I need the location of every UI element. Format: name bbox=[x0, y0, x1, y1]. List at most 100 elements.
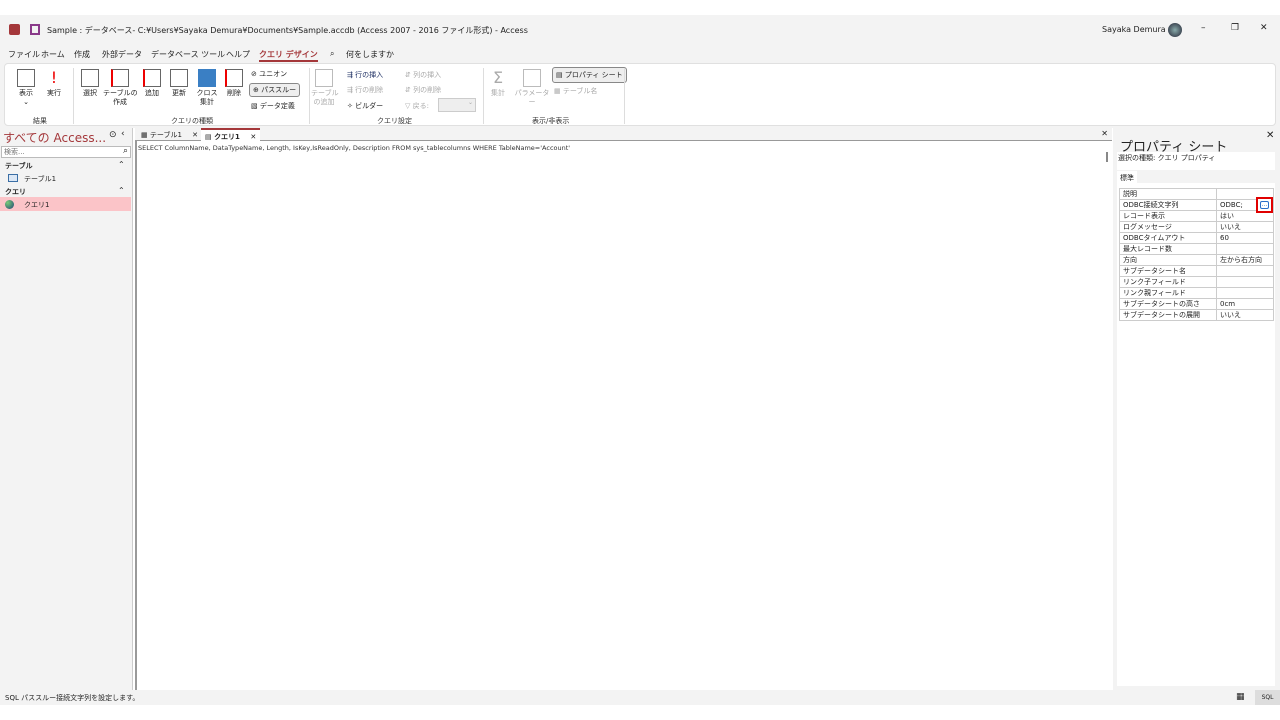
nav-search-input[interactable] bbox=[2, 148, 112, 156]
property-row: リンク親フィールド bbox=[1119, 287, 1274, 299]
add-table-icon bbox=[315, 69, 333, 87]
union-button[interactable]: ⊘ ユニオン bbox=[251, 69, 287, 79]
close-button[interactable]: ✕ bbox=[1260, 23, 1268, 33]
tab-external-data[interactable]: 外部データ bbox=[102, 49, 142, 60]
restore-button[interactable]: ❐ bbox=[1231, 23, 1239, 33]
window-title: Sample : データベース- C:¥Users¥Sayaka Demura¥… bbox=[47, 26, 528, 35]
make-table-icon bbox=[111, 69, 129, 87]
property-row: ログメッセージ いいえ bbox=[1119, 221, 1274, 233]
builder-button[interactable]: ... bbox=[1260, 201, 1269, 209]
tab-query1[interactable]: ▤ クエリ1 ✕ bbox=[201, 128, 261, 142]
property-name: レコード表示 bbox=[1119, 210, 1217, 222]
nav-item-table1[interactable]: テーブル1 bbox=[0, 172, 132, 184]
view-button[interactable]: 表示 ⌄ bbox=[15, 69, 37, 107]
property-value[interactable]: いいえ bbox=[1216, 309, 1274, 321]
tab-create[interactable]: 作成 bbox=[74, 49, 90, 60]
property-row: リンク子フィールド bbox=[1119, 276, 1274, 288]
nav-section-tables[interactable]: テーブル bbox=[5, 161, 33, 171]
tab-query-design[interactable]: クエリ デザイン bbox=[259, 49, 318, 62]
delete-rows-button[interactable]: ⇶ 行の削除 bbox=[347, 85, 383, 95]
property-value[interactable]: 0cm bbox=[1216, 298, 1274, 310]
append-icon bbox=[143, 69, 161, 87]
property-value[interactable] bbox=[1216, 243, 1274, 255]
pass-through-button[interactable]: ⊕ パススルー bbox=[249, 83, 301, 97]
builder-button[interactable]: ✧ ビルダー bbox=[347, 101, 383, 111]
tell-me-search[interactable]: 何をしますか bbox=[346, 49, 394, 60]
tab-table1[interactable]: ▦ テーブル1 ✕ bbox=[137, 128, 202, 141]
minimize-button[interactable]: – bbox=[1201, 23, 1206, 33]
insert-columns-button[interactable]: ⇵ 列の挿入 bbox=[405, 70, 441, 80]
property-row: サブデータシート名 bbox=[1119, 265, 1274, 277]
append-button[interactable]: 追加 bbox=[141, 69, 163, 98]
table-names-button[interactable]: ▦ テーブル名 bbox=[554, 86, 597, 96]
close-property-sheet-button[interactable]: ✕ bbox=[1266, 130, 1274, 141]
property-name: 最大レコード数 bbox=[1119, 243, 1217, 255]
property-sheet-button[interactable]: ▤ プロパティ シート bbox=[552, 67, 627, 83]
sql-view-button[interactable]: SQL bbox=[1255, 690, 1280, 705]
datasheet-icon bbox=[17, 69, 35, 87]
property-name: リンク子フィールド bbox=[1119, 276, 1217, 288]
totals-button[interactable]: Σ 集計 bbox=[487, 69, 509, 98]
property-value[interactable]: 左から右方向 bbox=[1216, 254, 1274, 266]
close-tab-icon[interactable]: ✕ bbox=[250, 133, 256, 141]
delete-icon bbox=[225, 69, 243, 87]
parameters-icon bbox=[523, 69, 541, 87]
delete-query-button[interactable]: 削除 bbox=[223, 69, 245, 98]
nav-item-query1[interactable]: クエリ1 bbox=[0, 197, 131, 211]
search-icon[interactable]: ⌕ bbox=[123, 146, 128, 156]
return-label: ▽ 戻る: bbox=[405, 102, 429, 110]
tab-file[interactable]: ファイル bbox=[8, 49, 40, 60]
sigma-icon: Σ bbox=[489, 69, 507, 87]
tab-home[interactable]: ホーム bbox=[41, 49, 65, 60]
avatar[interactable] bbox=[1168, 23, 1182, 37]
ribbon-tabs: ファイル ホーム 作成 外部データ データベース ツール ヘルプ クエリ デザイ… bbox=[0, 45, 1280, 63]
property-name: 方向 bbox=[1119, 254, 1217, 266]
parameters-button[interactable]: パラメーター bbox=[513, 69, 551, 107]
property-row: ODBCタイムアウト 60 bbox=[1119, 232, 1274, 244]
chevron-up-icon[interactable]: ⌃ bbox=[118, 186, 125, 195]
sql-editor[interactable]: SELECT ColumnName, DataTypeName, Length,… bbox=[138, 144, 570, 152]
tab-help[interactable]: ヘルプ bbox=[226, 49, 250, 60]
property-name: サブデータシートの高さ bbox=[1119, 298, 1217, 310]
nav-menu-icon[interactable]: ⊙ bbox=[109, 130, 117, 140]
run-button[interactable]: ! 実行 bbox=[43, 69, 65, 98]
table-icon: ▦ bbox=[141, 131, 148, 139]
property-row: 方向 左から右方向 bbox=[1119, 254, 1274, 266]
nav-search-box[interactable]: ⌕ bbox=[1, 146, 131, 158]
datasheet-view-icon[interactable]: ▦ bbox=[1236, 692, 1245, 702]
select-icon bbox=[81, 69, 99, 87]
group-label-query-setup: クエリ設定 bbox=[377, 117, 412, 125]
chevron-up-icon[interactable]: ⌃ bbox=[118, 160, 125, 169]
ribbon: 表示 ⌄ ! 実行 結果 選択 テーブルの 作成 追加 更新 クロス 集計 削除 ⊘… bbox=[4, 63, 1276, 126]
make-table-button[interactable]: テーブルの 作成 bbox=[103, 69, 138, 107]
property-value[interactable]: いいえ bbox=[1216, 221, 1274, 233]
property-grid: 説明 ODBC接続文字列 ODBC; レコード表示 はい ログメッセージ いいえ ODBCタイ… bbox=[1117, 183, 1275, 686]
collapse-nav-icon[interactable]: ‹ bbox=[121, 129, 125, 139]
scrollbar[interactable] bbox=[1106, 152, 1108, 162]
close-tab-icon[interactable]: ✕ bbox=[192, 131, 198, 139]
delete-columns-button[interactable]: ⇵ 列の削除 bbox=[405, 85, 441, 95]
tab-database-tools[interactable]: データベース ツール bbox=[151, 49, 225, 60]
user-name[interactable]: Sayaka Demura bbox=[1102, 25, 1166, 34]
insert-rows-button[interactable]: ⇶ 行の挿入 bbox=[347, 70, 383, 80]
title-bar: Sample : データベース- C:¥Users¥Sayaka Demura¥… bbox=[0, 15, 1280, 45]
property-value[interactable] bbox=[1216, 287, 1274, 299]
property-name: ODBC接続文字列 bbox=[1119, 199, 1217, 211]
property-value[interactable]: 60 bbox=[1216, 232, 1274, 244]
select-query-button[interactable]: 選択 bbox=[79, 69, 101, 98]
nav-title[interactable]: すべての Access... bbox=[3, 129, 106, 146]
save-icon[interactable] bbox=[30, 24, 40, 35]
group-label-query-type: クエリの種類 bbox=[171, 117, 213, 125]
update-button[interactable]: 更新 bbox=[168, 69, 190, 98]
crosstab-button[interactable]: クロス 集計 bbox=[195, 69, 219, 107]
group-label-show-hide: 表示/非表示 bbox=[532, 117, 570, 125]
return-dropdown[interactable]: ⌄ bbox=[438, 98, 476, 112]
property-name: ODBCタイムアウト bbox=[1119, 232, 1217, 244]
add-table-button[interactable]: テーブル の追加 bbox=[311, 69, 339, 107]
property-value[interactable] bbox=[1216, 276, 1274, 288]
property-sheet: プロパティ シート ✕ 選択の種類: クエリ プロパティ 標準 説明 ODBC接続… bbox=[1113, 128, 1280, 690]
close-document-button[interactable]: ✕ bbox=[1101, 129, 1108, 138]
data-definition-button[interactable]: ▧ データ定義 bbox=[251, 101, 295, 111]
property-value[interactable] bbox=[1216, 265, 1274, 277]
nav-section-queries[interactable]: クエリ bbox=[5, 187, 26, 197]
